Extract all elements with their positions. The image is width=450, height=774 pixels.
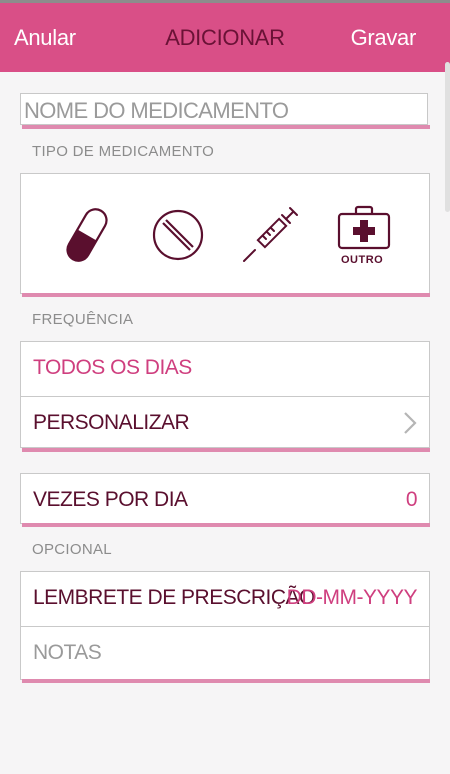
- times-underline: [22, 523, 430, 527]
- customize-option[interactable]: PERSONALIZAR: [20, 396, 430, 448]
- medical-kit-icon[interactable]: [337, 205, 391, 251]
- medication-name-input[interactable]: NOME DO MEDICAMENTO: [20, 93, 428, 125]
- syringe-icon[interactable]: [241, 206, 299, 264]
- customize-label: PERSONALIZAR: [33, 411, 190, 434]
- prescription-reminder-row[interactable]: LEMBRETE DE PRESCRIÇÃO DD-MM-YYYY: [20, 571, 430, 627]
- optional-underline: [22, 679, 430, 683]
- every-day-label: TODOS OS DIAS: [33, 356, 192, 379]
- medication-type-label: TIPO DE MEDICAMENTO: [32, 143, 215, 160]
- notes-field[interactable]: NOTAS: [20, 626, 430, 680]
- app-header: Anular ADICIONAR Gravar: [0, 3, 450, 72]
- frequency-label: FREQUÊNCIA: [32, 311, 134, 328]
- times-per-day-value: 0: [405, 488, 418, 511]
- type-underline: [22, 293, 430, 297]
- prescription-date-field[interactable]: DD-MM-YYYY: [287, 586, 418, 610]
- name-underline: [22, 125, 430, 129]
- times-per-day-row[interactable]: VEZES POR DIA 0: [20, 473, 430, 524]
- chevron-right-icon: [404, 412, 417, 434]
- every-day-option[interactable]: TODOS OS DIAS: [20, 341, 430, 397]
- medication-name-placeholder: NOME DO MEDICAMENTO: [24, 98, 289, 123]
- save-button[interactable]: Gravar: [351, 25, 417, 51]
- notes-placeholder: NOTAS: [33, 641, 102, 664]
- scrollbar[interactable]: [445, 62, 450, 212]
- capsule-icon[interactable]: [60, 203, 114, 267]
- optional-label: OPCIONAL: [32, 541, 112, 558]
- pill-tablet-icon[interactable]: [151, 208, 205, 262]
- prescription-reminder-label: LEMBRETE DE PRESCRIÇÃO: [33, 586, 315, 609]
- frequency-underline: [22, 448, 430, 452]
- times-per-day-label: VEZES POR DIA: [33, 488, 188, 511]
- other-type-label[interactable]: OUTRO: [341, 254, 383, 266]
